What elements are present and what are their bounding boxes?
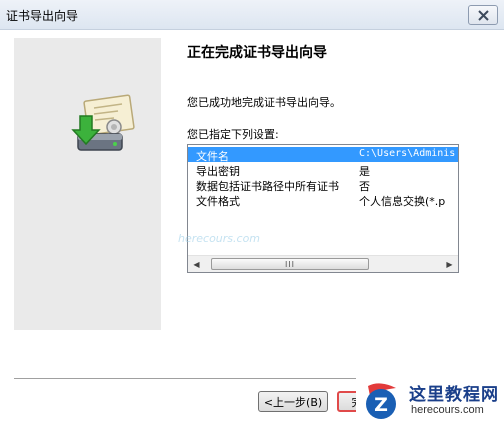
completion-message: 您已成功地完成证书导出向导。 [187,96,341,109]
list-item[interactable]: 数据包括证书路径中所有证书 否 [188,177,458,193]
list-item[interactable]: 文件名 C:\Users\Adminis [188,147,458,163]
certificate-export-icon [71,94,135,151]
scroll-thumb[interactable]: III [211,258,369,270]
wizard-body: 正在完成证书导出向导 您已成功地完成证书导出向导。 您已指定下列设置: 文件名 … [0,30,504,427]
logo-letter: Z [374,394,388,416]
settings-list[interactable]: 文件名 C:\Users\Adminis 导出密钥 是 数据包括证书路径中所有证… [187,144,459,273]
back-button[interactable]: <上一步(B) [258,391,328,412]
site-name: 这里教程网 [409,385,499,405]
list-item[interactable]: 导出密钥 是 [188,162,458,178]
horizontal-scrollbar[interactable]: ◀ III ▶ [188,255,458,272]
window-title: 证书导出向导 [6,9,79,23]
close-icon [477,9,489,21]
site-logo: Z 这里教程网 herecours.com [356,377,504,427]
scroll-right-icon[interactable]: ▶ [441,256,458,272]
scroll-left-icon[interactable]: ◀ [188,256,205,272]
settings-label: 您已指定下列设置: [187,128,279,141]
close-button[interactable] [468,5,498,25]
site-url: herecours.com [411,404,484,416]
wizard-side-panel [14,38,161,330]
site-logo-mark: Z [366,383,396,419]
watermark: herecours.com [178,232,261,245]
list-item[interactable]: 文件格式 个人信息交换(*.p [188,192,458,208]
wizard-heading: 正在完成证书导出向导 [187,45,327,61]
title-bar: 证书导出向导 [0,0,504,30]
